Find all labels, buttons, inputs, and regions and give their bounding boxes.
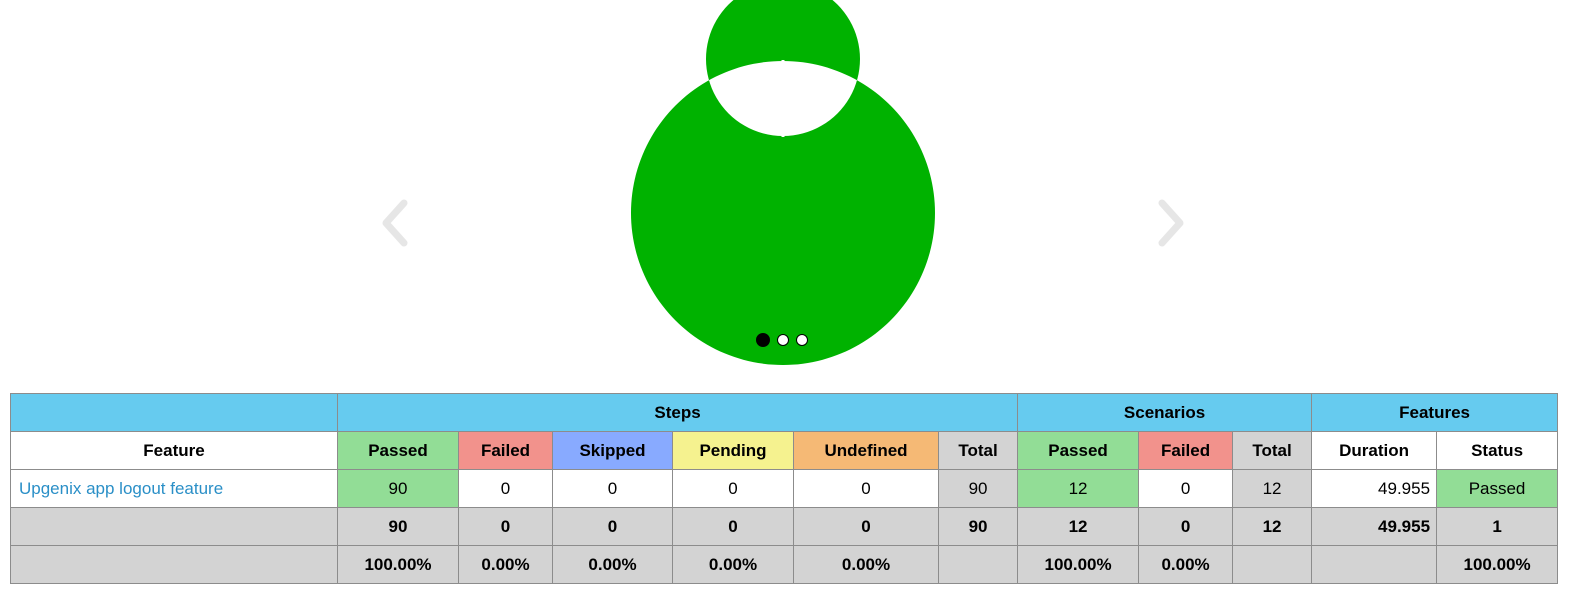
donut-slice-passed bbox=[631, 0, 935, 365]
steps-pending-cell: 0 bbox=[672, 469, 794, 508]
chevron-right-icon bbox=[1158, 199, 1184, 247]
pct-scenarios-total-cell bbox=[1232, 545, 1313, 584]
total-steps-passed-cell: 90 bbox=[337, 507, 459, 546]
total-steps-failed-cell: 0 bbox=[458, 507, 553, 546]
steps-skipped-cell: 0 bbox=[552, 469, 673, 508]
total-scenarios-total-cell: 12 bbox=[1232, 507, 1313, 546]
total-status-cell: 1 bbox=[1436, 507, 1559, 546]
status-column-header[interactable]: Status bbox=[1436, 431, 1559, 470]
carousel-dot-3[interactable] bbox=[796, 334, 808, 346]
pct-scenarios-failed-cell: 0.00% bbox=[1138, 545, 1234, 584]
pct-steps-failed-cell: 0.00% bbox=[458, 545, 553, 584]
scenarios-failed-cell: 0 bbox=[1138, 469, 1234, 508]
table-row: Upgenix app logout feature 90 0 0 0 0 90… bbox=[10, 469, 1559, 508]
steps-undefined-column-header[interactable]: Undefined bbox=[793, 431, 939, 470]
steps-undefined-cell: 0 bbox=[793, 469, 939, 508]
total-steps-undefined-cell: 0 bbox=[793, 507, 939, 546]
steps-failed-cell: 0 bbox=[458, 469, 553, 508]
features-donut-chart bbox=[631, 0, 935, 365]
chevron-left-icon bbox=[382, 199, 408, 247]
carousel-next-button[interactable] bbox=[1152, 198, 1188, 253]
carousel-prev-button[interactable] bbox=[378, 198, 414, 253]
total-steps-pending-cell: 0 bbox=[672, 507, 794, 546]
pct-steps-pending-cell: 0.00% bbox=[672, 545, 794, 584]
steps-total-column-header[interactable]: Total bbox=[937, 431, 1019, 470]
pct-steps-skipped-cell: 0.00% bbox=[552, 545, 673, 584]
steps-pending-column-header[interactable]: Pending bbox=[672, 431, 794, 470]
duration-cell: 49.955 bbox=[1311, 469, 1438, 508]
scenarios-passed-cell: 12 bbox=[1017, 469, 1140, 508]
scenarios-failed-column-header[interactable]: Failed bbox=[1138, 431, 1234, 470]
duration-column-header[interactable]: Duration bbox=[1311, 431, 1438, 470]
steps-group-header: Steps bbox=[336, 393, 1019, 432]
features-group-header: Features bbox=[1311, 393, 1559, 432]
total-duration-cell: 49.955 bbox=[1311, 507, 1438, 546]
carousel-dot-2[interactable] bbox=[777, 334, 789, 346]
pct-steps-total-cell bbox=[937, 545, 1019, 584]
percentages-row: 100.00% 0.00% 0.00% 0.00% 0.00% 100.00% … bbox=[10, 545, 1559, 584]
pct-steps-passed-cell: 100.00% bbox=[337, 545, 459, 584]
totals-row: 90 0 0 0 0 90 12 0 12 49.955 1 bbox=[10, 507, 1559, 546]
pct-steps-undefined-cell: 0.00% bbox=[793, 545, 939, 584]
total-scenarios-failed-cell: 0 bbox=[1138, 507, 1234, 546]
steps-total-cell: 90 bbox=[937, 469, 1019, 508]
column-header-row: Feature Passed Failed Skipped Pending Un… bbox=[10, 431, 1559, 470]
scenarios-group-header: Scenarios bbox=[1017, 393, 1313, 432]
pct-status-cell: 100.00% bbox=[1436, 545, 1559, 584]
total-steps-total-cell: 90 bbox=[937, 507, 1019, 546]
features-stats-table: Steps Scenarios Features Feature Passed … bbox=[10, 393, 1559, 584]
pct-scenarios-passed-cell: 100.00% bbox=[1017, 545, 1140, 584]
scenarios-total-column-header[interactable]: Total bbox=[1232, 431, 1313, 470]
empty-header-cell bbox=[10, 393, 338, 432]
steps-skipped-column-header[interactable]: Skipped bbox=[552, 431, 673, 470]
total-steps-skipped-cell: 0 bbox=[552, 507, 673, 546]
total-scenarios-passed-cell: 12 bbox=[1017, 507, 1140, 546]
steps-passed-cell: 90 bbox=[337, 469, 459, 508]
scenarios-total-cell: 12 bbox=[1232, 469, 1313, 508]
carousel-dot-1[interactable] bbox=[756, 333, 770, 347]
scenarios-passed-column-header[interactable]: Passed bbox=[1017, 431, 1140, 470]
group-header-row: Steps Scenarios Features bbox=[10, 393, 1559, 432]
feature-column-header[interactable]: Feature bbox=[10, 431, 338, 470]
percent-label-cell bbox=[10, 545, 338, 584]
pct-duration-cell bbox=[1311, 545, 1438, 584]
feature-link[interactable]: Upgenix app logout feature bbox=[10, 469, 338, 508]
steps-failed-column-header[interactable]: Failed bbox=[458, 431, 553, 470]
steps-passed-column-header[interactable]: Passed bbox=[337, 431, 459, 470]
status-cell: Passed bbox=[1436, 469, 1559, 508]
totals-label-cell bbox=[10, 507, 338, 546]
